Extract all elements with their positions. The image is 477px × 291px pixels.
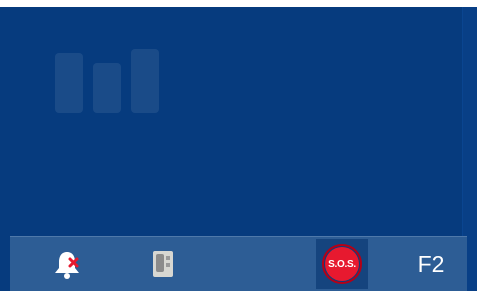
alarm-button[interactable] — [48, 244, 86, 284]
main-screen: S.O.S. F2 — [0, 7, 477, 291]
faint-background-logo — [55, 49, 159, 113]
handset-panel-icon — [153, 251, 173, 277]
sos-button[interactable]: S.O.S. — [316, 239, 368, 289]
bottom-taskbar: S.O.S. F2 — [10, 236, 467, 291]
intercom-button[interactable] — [143, 244, 183, 284]
sos-label: S.O.S. — [325, 247, 359, 281]
f2-button[interactable]: F2 — [407, 244, 455, 284]
sos-badge: S.O.S. — [322, 244, 362, 284]
bell-with-red-x-icon — [55, 252, 79, 279]
